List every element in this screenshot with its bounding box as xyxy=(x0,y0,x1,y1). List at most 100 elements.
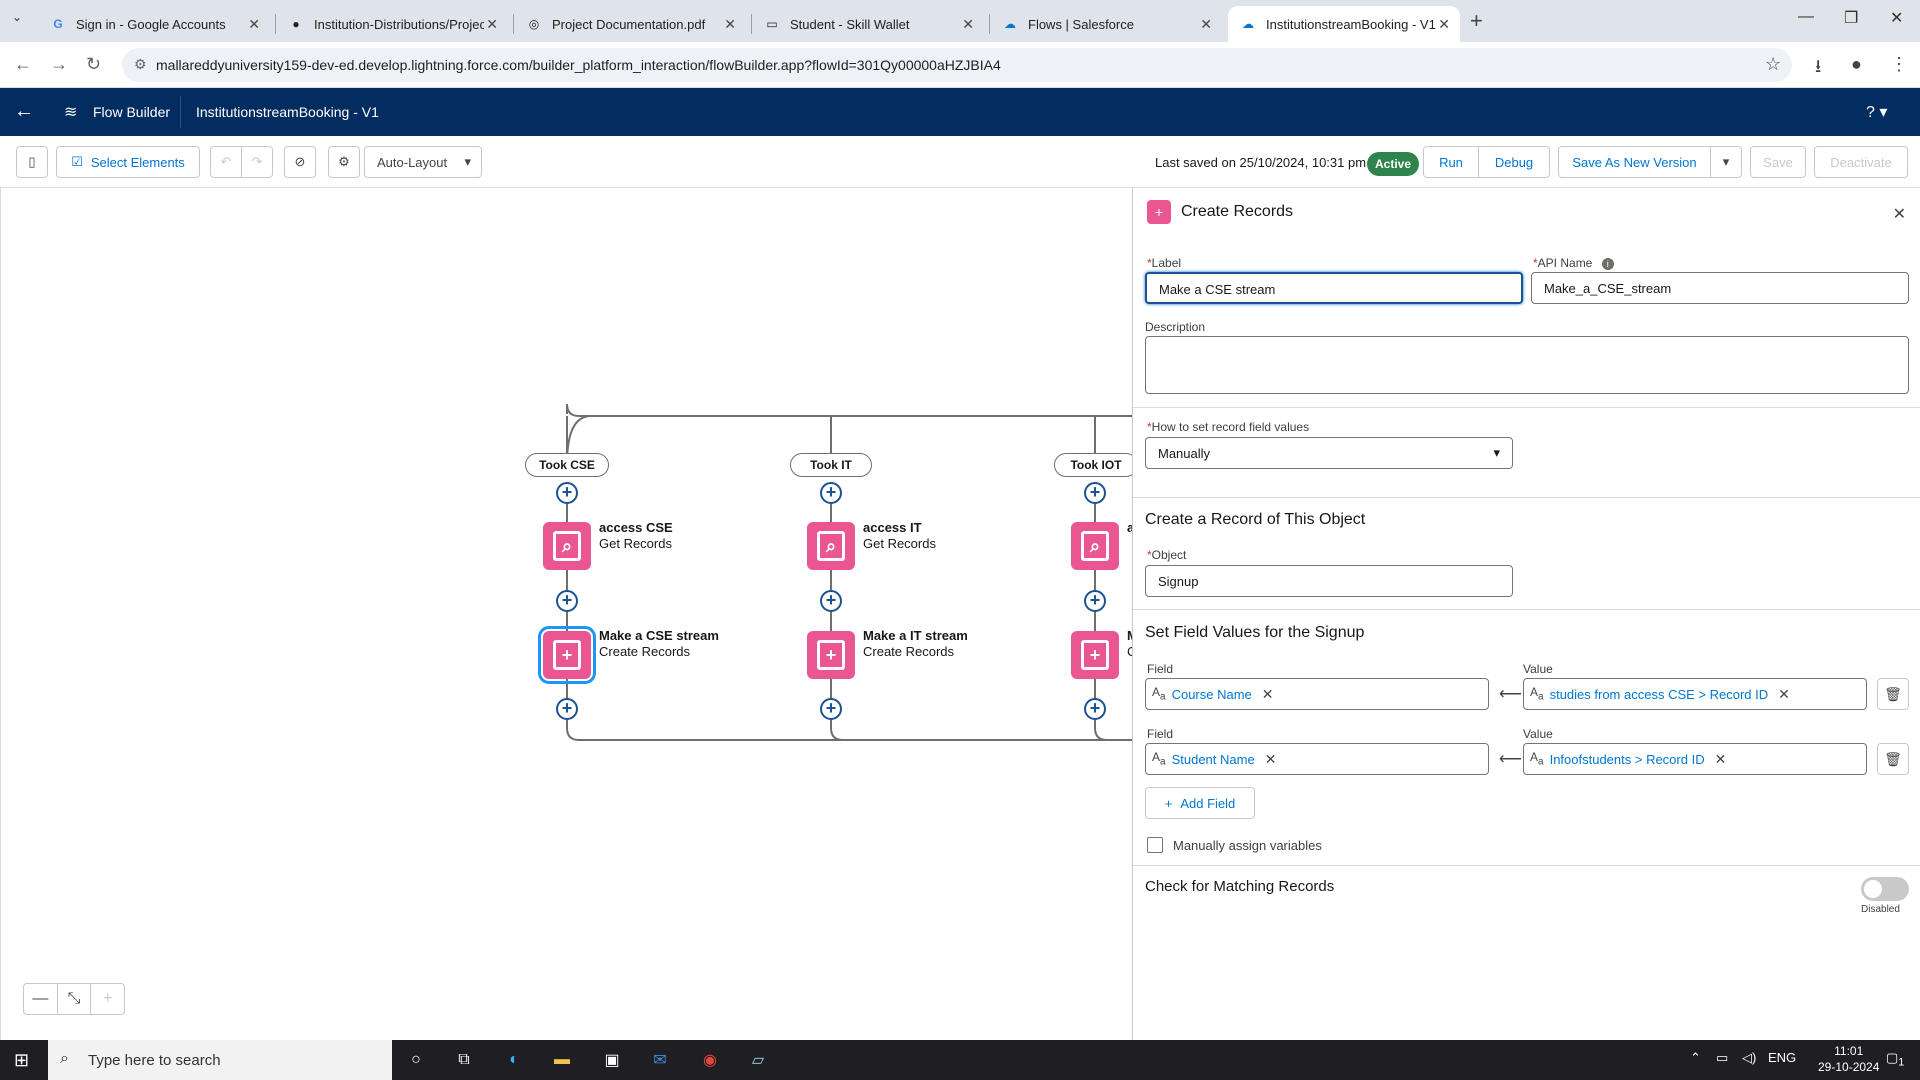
task-view-icon[interactable]: ⧉ xyxy=(452,1048,476,1072)
fit-to-view-icon[interactable]: ⤡ xyxy=(58,984,92,1014)
profile-avatar-icon[interactable]: ● xyxy=(1851,54,1862,75)
help-menu[interactable]: ? ▾ xyxy=(1866,102,1887,122)
add-element-icon[interactable]: + xyxy=(820,590,842,612)
back-arrow-icon[interactable]: ← xyxy=(14,100,34,123)
add-element-icon[interactable]: + xyxy=(820,482,842,504)
add-element-icon[interactable]: + xyxy=(1084,698,1106,720)
add-element-icon[interactable]: + xyxy=(1084,482,1106,504)
create-records-node-selected[interactable]: + xyxy=(538,626,596,684)
tab-search-icon[interactable]: ⌄ xyxy=(12,10,22,24)
close-tab-icon[interactable]: ✕ xyxy=(486,16,498,33)
select-elements-button[interactable]: ☑ Select Elements xyxy=(56,146,200,178)
taskbar-search-input[interactable]: ⌕ Type here to search xyxy=(48,1040,392,1080)
add-element-icon[interactable]: + xyxy=(556,698,578,720)
object-input[interactable]: Signup xyxy=(1145,565,1513,597)
file-explorer-icon[interactable]: ▬ xyxy=(550,1048,574,1072)
new-tab-icon[interactable]: + xyxy=(1470,8,1483,34)
language-indicator[interactable]: ENG xyxy=(1768,1050,1796,1065)
add-field-button[interactable]: + Add Field xyxy=(1145,787,1255,819)
undo-button[interactable]: ↶ xyxy=(210,146,242,178)
clock[interactable]: 11:01 29-10-2024 xyxy=(1818,1043,1879,1075)
save-menu-button[interactable]: ▾ xyxy=(1710,146,1742,178)
tab-flows[interactable]: ☁ Flows | Salesforce ✕ xyxy=(990,6,1222,42)
branch-label[interactable]: Took IT xyxy=(790,453,872,477)
get-records-node[interactable]: ⌕ xyxy=(543,522,591,570)
add-element-icon[interactable]: + xyxy=(556,482,578,504)
close-tab-icon[interactable]: ✕ xyxy=(1438,16,1450,33)
notification-icon[interactable]: ▢1 xyxy=(1886,1050,1904,1069)
value-picker[interactable]: Aa Infoofstudents > Record ID ✕ xyxy=(1523,743,1867,775)
add-element-icon[interactable]: + xyxy=(820,698,842,720)
tab-google-signin[interactable]: G Sign in - Google Accounts ✕ xyxy=(38,6,270,42)
network-icon[interactable]: ▭ xyxy=(1716,1050,1728,1066)
restore-icon[interactable]: ❐ xyxy=(1844,8,1858,28)
download-icon[interactable]: ⭳ xyxy=(1815,54,1821,84)
tab-github[interactable]: ● Institution-Distributions/Project ✕ xyxy=(276,6,508,42)
zoom-in-icon[interactable]: + xyxy=(91,984,124,1014)
tab-flow-builder[interactable]: ☁ InstitutionstreamBooking - V1 ✕ xyxy=(1228,6,1460,42)
close-tab-icon[interactable]: ✕ xyxy=(962,16,974,33)
notepad-icon[interactable]: ▱ xyxy=(746,1048,770,1072)
delete-row-button[interactable]: 🗑 xyxy=(1877,743,1909,775)
volume-icon[interactable]: ◁) xyxy=(1742,1050,1756,1066)
close-window-icon[interactable]: ✕ xyxy=(1890,8,1903,28)
tab-skill-wallet[interactable]: ▭ Student - Skill Wallet ✕ xyxy=(752,6,984,42)
manual-assign-checkbox[interactable] xyxy=(1147,837,1163,853)
get-records-node[interactable]: ⌕ xyxy=(1071,522,1119,570)
close-tab-icon[interactable]: ✕ xyxy=(248,16,260,33)
layout-select[interactable]: Auto-Layout ▾ xyxy=(364,146,482,178)
run-button[interactable]: Run xyxy=(1423,146,1479,178)
close-tab-icon[interactable]: ✕ xyxy=(724,16,736,33)
matching-records-toggle[interactable] xyxy=(1861,877,1909,901)
tab-project-doc[interactable]: ◎ Project Documentation.pdf ✕ xyxy=(514,6,746,42)
save-as-new-version-button[interactable]: Save As New Version xyxy=(1558,146,1711,178)
create-records-node[interactable]: + xyxy=(1071,631,1119,679)
mail-icon[interactable]: ✉ xyxy=(648,1048,672,1072)
add-element-icon[interactable]: + xyxy=(1084,590,1106,612)
close-icon[interactable]: ✕ xyxy=(1893,204,1906,224)
add-element-icon[interactable]: + xyxy=(556,590,578,612)
branch-label[interactable]: Took CSE xyxy=(525,453,609,477)
reload-icon[interactable]: ↻ xyxy=(86,54,101,75)
save-button[interactable]: Save xyxy=(1750,146,1806,178)
cortana-icon[interactable]: ○ xyxy=(404,1048,428,1072)
tray-chevron-icon[interactable]: ⌃ xyxy=(1690,1050,1701,1066)
field-picker[interactable]: Aa Student Name ✕ xyxy=(1145,743,1489,775)
toggle-panel-button[interactable]: ▯ xyxy=(16,146,48,178)
redo-icon: ↷ xyxy=(251,154,263,169)
record-values-select[interactable]: Manually ▾ xyxy=(1145,437,1513,469)
url-input[interactable]: ⚙ mallareddyuniversity159-dev-ed.develop… xyxy=(122,48,1792,82)
store-icon[interactable]: ▣ xyxy=(600,1048,624,1072)
remove-icon[interactable]: ✕ xyxy=(1778,686,1790,703)
remove-icon[interactable]: ✕ xyxy=(1265,751,1277,768)
api-name-input[interactable]: Make_a_CSE_stream xyxy=(1531,272,1909,304)
back-icon[interactable]: ← xyxy=(14,54,32,75)
edge-icon[interactable]: ◐ xyxy=(502,1048,526,1072)
value-picker[interactable]: Aa studies from access CSE > Record ID ✕ xyxy=(1523,678,1867,710)
remove-icon[interactable]: ✕ xyxy=(1715,751,1727,768)
settings-button[interactable]: ⚙ xyxy=(328,146,360,178)
browser-menu-icon[interactable]: ⋮ xyxy=(1890,54,1908,75)
get-records-node[interactable]: ⌕ xyxy=(807,522,855,570)
debug-button[interactable]: Debug xyxy=(1478,146,1550,178)
flow-canvas[interactable]: Took CSE + ⌕ access CSE Get Records + + … xyxy=(0,188,1138,1040)
remove-icon[interactable]: ✕ xyxy=(1262,686,1274,703)
minimize-icon[interactable]: — xyxy=(1798,8,1814,26)
bookmark-star-icon[interactable]: ☆ xyxy=(1765,54,1781,75)
chrome-icon[interactable]: ◉ xyxy=(698,1048,722,1072)
site-info-icon[interactable]: ⚙ xyxy=(134,56,147,73)
description-textarea[interactable] xyxy=(1145,336,1909,394)
deactivate-button[interactable]: Deactivate xyxy=(1814,146,1908,178)
delete-row-button[interactable]: 🗑 xyxy=(1877,678,1909,710)
info-icon[interactable]: i xyxy=(1601,258,1614,270)
branch-label[interactable]: Took IOT xyxy=(1054,453,1138,477)
redo-button[interactable]: ↷ xyxy=(241,146,273,178)
zoom-out-icon[interactable]: — xyxy=(24,984,58,1014)
label-input[interactable]: Make a CSE stream xyxy=(1145,272,1523,304)
forward-icon[interactable]: → xyxy=(50,54,68,75)
close-tab-icon[interactable]: ✕ xyxy=(1200,16,1212,33)
field-picker[interactable]: Aa Course Name ✕ xyxy=(1145,678,1489,710)
windows-start-icon[interactable]: ⊞ xyxy=(14,1050,29,1071)
create-records-node[interactable]: + xyxy=(807,631,855,679)
errors-button[interactable]: ⊘ xyxy=(284,146,316,178)
